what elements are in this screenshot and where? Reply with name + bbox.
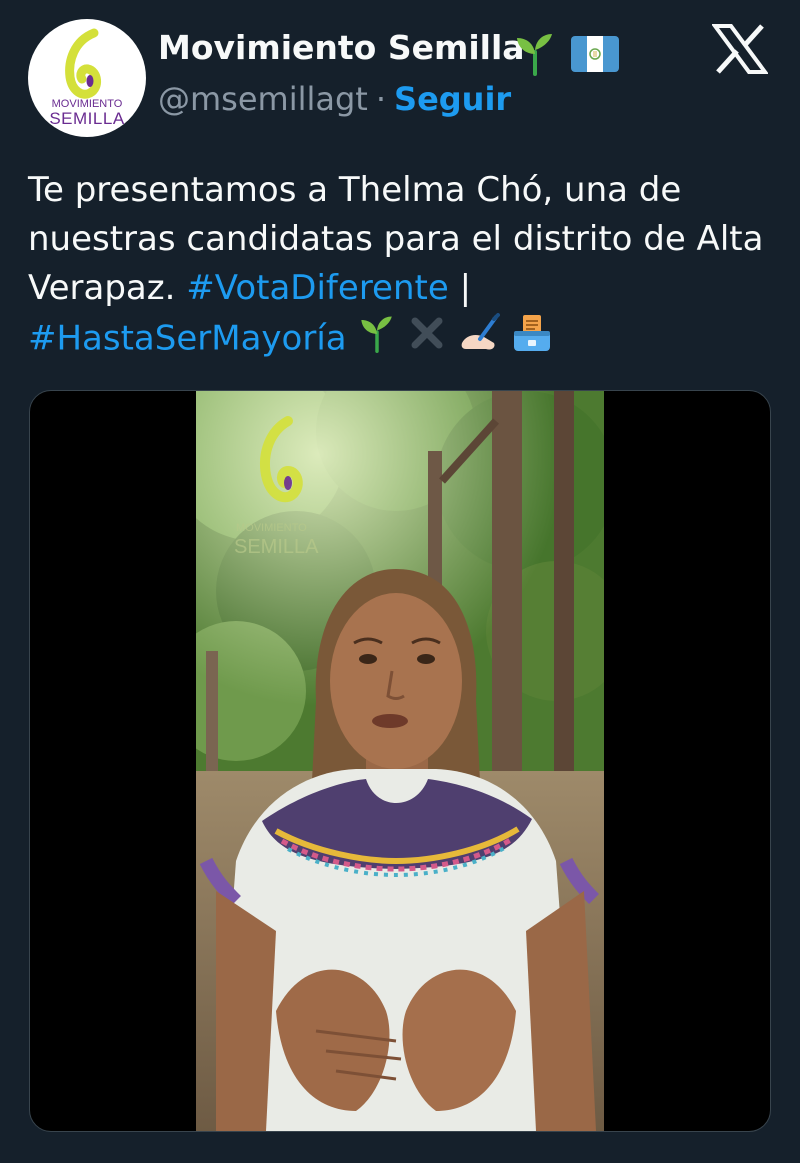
tweet-text-line: nuestras candidatas para el distrito de … [28,219,764,259]
follow-button[interactable]: Seguir [394,80,511,118]
handle-row: @msemillagt · Seguir [158,80,511,118]
trailing-emojis [357,313,553,367]
name-emojis [512,30,620,76]
video-watermark-text: SEMILLA [234,536,319,558]
separator-dot: · [375,80,387,118]
tweet-text-fragment: | [459,268,472,308]
tweet-card: MOVIMIENTO SEMILLA Movimiento Semilla @m… [0,0,800,1163]
video-watermark-text: MOVIMIENTO [236,522,307,534]
user-handle[interactable]: @msemillagt [158,80,368,118]
avatar-logo-text: SEMILLA [49,109,125,128]
video-thumbnail: MOVIMIENTO SEMILLA [196,391,604,1131]
cross-mark-icon [411,317,443,349]
tweet-text: Te presentamos a Thelma Chó, una de nues… [28,166,778,362]
video-player[interactable]: MOVIMIENTO SEMILLA [29,390,771,1132]
tweet-text-line: Te presentamos a Thelma Chó, una de [28,170,682,210]
tweet-text-fragment: Verapaz. [28,268,176,308]
seedling-icon [517,34,552,76]
seedling-icon [360,316,392,353]
x-logo-icon[interactable] [712,24,768,74]
tweet-text-line: Verapaz. #VotaDiferente | [28,264,778,313]
writing-hand-icon [461,313,501,350]
avatar[interactable]: MOVIMIENTO SEMILLA [28,19,146,137]
hashtag-hastasermayoria[interactable]: #HastaSerMayoría [28,319,347,359]
video-frame: MOVIMIENTO SEMILLA [196,391,604,1131]
display-name[interactable]: Movimiento Semilla [158,28,525,67]
ballot-box-icon [514,315,551,351]
tweet-text-line: #HastaSerMayoría [28,313,778,362]
guatemala-flag-icon [571,36,620,72]
hashtag-votadiferente[interactable]: #VotaDiferente [186,268,449,308]
